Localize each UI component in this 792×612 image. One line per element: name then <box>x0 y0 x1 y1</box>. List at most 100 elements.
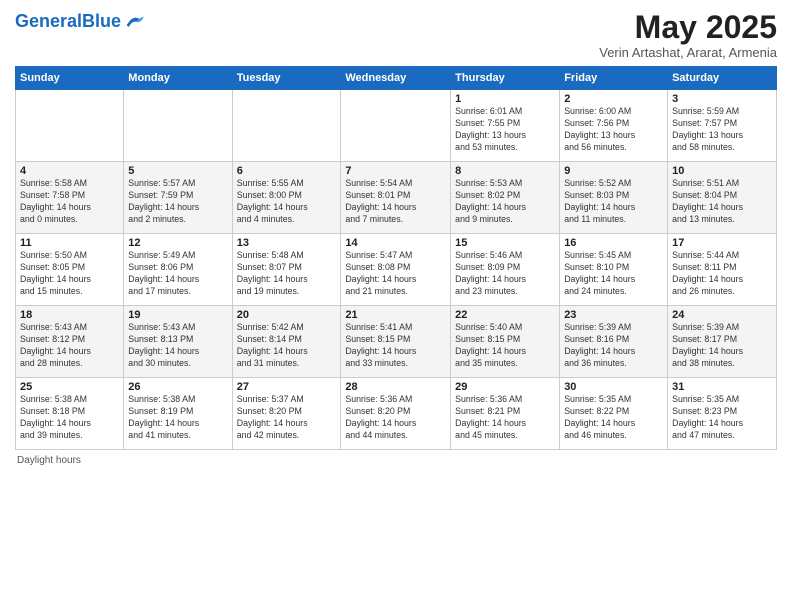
day-info: Sunrise: 5:53 AM Sunset: 8:02 PM Dayligh… <box>455 178 555 226</box>
footer-label: Daylight hours <box>17 455 81 466</box>
week-row-1: 4Sunrise: 5:58 AM Sunset: 7:58 PM Daylig… <box>16 162 777 234</box>
day-info: Sunrise: 6:00 AM Sunset: 7:56 PM Dayligh… <box>564 106 663 154</box>
day-number: 3 <box>672 93 772 105</box>
day-number: 15 <box>455 237 555 249</box>
day-number: 30 <box>564 381 663 393</box>
day-number: 4 <box>20 165 119 177</box>
day-info: Sunrise: 5:58 AM Sunset: 7:58 PM Dayligh… <box>20 178 119 226</box>
day-number: 29 <box>455 381 555 393</box>
calendar-cell: 20Sunrise: 5:42 AM Sunset: 8:14 PM Dayli… <box>232 306 341 378</box>
calendar-cell: 27Sunrise: 5:37 AM Sunset: 8:20 PM Dayli… <box>232 378 341 450</box>
calendar-cell: 13Sunrise: 5:48 AM Sunset: 8:07 PM Dayli… <box>232 234 341 306</box>
calendar-cell: 24Sunrise: 5:39 AM Sunset: 8:17 PM Dayli… <box>668 306 777 378</box>
day-number: 28 <box>345 381 446 393</box>
calendar-cell: 15Sunrise: 5:46 AM Sunset: 8:09 PM Dayli… <box>451 234 560 306</box>
day-number: 12 <box>128 237 227 249</box>
calendar-cell: 16Sunrise: 5:45 AM Sunset: 8:10 PM Dayli… <box>560 234 668 306</box>
calendar-cell: 1Sunrise: 6:01 AM Sunset: 7:55 PM Daylig… <box>451 90 560 162</box>
day-header-thursday: Thursday <box>451 67 560 90</box>
day-number: 14 <box>345 237 446 249</box>
calendar-cell: 30Sunrise: 5:35 AM Sunset: 8:22 PM Dayli… <box>560 378 668 450</box>
week-row-0: 1Sunrise: 6:01 AM Sunset: 7:55 PM Daylig… <box>16 90 777 162</box>
day-number: 19 <box>128 309 227 321</box>
calendar-cell: 14Sunrise: 5:47 AM Sunset: 8:08 PM Dayli… <box>341 234 451 306</box>
calendar-cell: 5Sunrise: 5:57 AM Sunset: 7:59 PM Daylig… <box>124 162 232 234</box>
day-info: Sunrise: 5:54 AM Sunset: 8:01 PM Dayligh… <box>345 178 446 226</box>
calendar-cell: 26Sunrise: 5:38 AM Sunset: 8:19 PM Dayli… <box>124 378 232 450</box>
day-number: 5 <box>128 165 227 177</box>
day-number: 1 <box>455 93 555 105</box>
header: GeneralBlue May 2025 Verin Artashat, Ara… <box>15 10 777 60</box>
calendar-cell <box>341 90 451 162</box>
day-number: 9 <box>564 165 663 177</box>
day-number: 6 <box>237 165 337 177</box>
calendar-cell: 21Sunrise: 5:41 AM Sunset: 8:15 PM Dayli… <box>341 306 451 378</box>
day-number: 11 <box>20 237 119 249</box>
calendar-page: GeneralBlue May 2025 Verin Artashat, Ara… <box>0 0 792 612</box>
calendar-cell: 10Sunrise: 5:51 AM Sunset: 8:04 PM Dayli… <box>668 162 777 234</box>
calendar-cell: 25Sunrise: 5:38 AM Sunset: 8:18 PM Dayli… <box>16 378 124 450</box>
day-number: 16 <box>564 237 663 249</box>
day-info: Sunrise: 5:38 AM Sunset: 8:18 PM Dayligh… <box>20 394 119 442</box>
calendar-cell: 6Sunrise: 5:55 AM Sunset: 8:00 PM Daylig… <box>232 162 341 234</box>
calendar-cell: 19Sunrise: 5:43 AM Sunset: 8:13 PM Dayli… <box>124 306 232 378</box>
day-info: Sunrise: 5:42 AM Sunset: 8:14 PM Dayligh… <box>237 322 337 370</box>
day-header-monday: Monday <box>124 67 232 90</box>
day-info: Sunrise: 5:46 AM Sunset: 8:09 PM Dayligh… <box>455 250 555 298</box>
calendar-table: SundayMondayTuesdayWednesdayThursdayFrid… <box>15 66 777 450</box>
day-info: Sunrise: 5:45 AM Sunset: 8:10 PM Dayligh… <box>564 250 663 298</box>
day-info: Sunrise: 5:36 AM Sunset: 8:20 PM Dayligh… <box>345 394 446 442</box>
day-info: Sunrise: 5:36 AM Sunset: 8:21 PM Dayligh… <box>455 394 555 442</box>
day-info: Sunrise: 5:35 AM Sunset: 8:22 PM Dayligh… <box>564 394 663 442</box>
calendar-title: May 2025 <box>599 10 777 45</box>
footer: Daylight hours <box>15 455 777 466</box>
day-info: Sunrise: 5:49 AM Sunset: 8:06 PM Dayligh… <box>128 250 227 298</box>
calendar-cell: 29Sunrise: 5:36 AM Sunset: 8:21 PM Dayli… <box>451 378 560 450</box>
calendar-cell: 9Sunrise: 5:52 AM Sunset: 8:03 PM Daylig… <box>560 162 668 234</box>
day-info: Sunrise: 5:52 AM Sunset: 8:03 PM Dayligh… <box>564 178 663 226</box>
day-number: 22 <box>455 309 555 321</box>
week-row-2: 11Sunrise: 5:50 AM Sunset: 8:05 PM Dayli… <box>16 234 777 306</box>
day-info: Sunrise: 5:59 AM Sunset: 7:57 PM Dayligh… <box>672 106 772 154</box>
day-number: 26 <box>128 381 227 393</box>
calendar-cell: 11Sunrise: 5:50 AM Sunset: 8:05 PM Dayli… <box>16 234 124 306</box>
day-header-saturday: Saturday <box>668 67 777 90</box>
calendar-cell <box>124 90 232 162</box>
day-info: Sunrise: 5:39 AM Sunset: 8:16 PM Dayligh… <box>564 322 663 370</box>
logo-bird-icon <box>123 10 145 32</box>
day-header-wednesday: Wednesday <box>341 67 451 90</box>
day-number: 25 <box>20 381 119 393</box>
calendar-cell <box>16 90 124 162</box>
day-info: Sunrise: 5:40 AM Sunset: 8:15 PM Dayligh… <box>455 322 555 370</box>
day-number: 18 <box>20 309 119 321</box>
day-number: 8 <box>455 165 555 177</box>
day-info: Sunrise: 6:01 AM Sunset: 7:55 PM Dayligh… <box>455 106 555 154</box>
day-number: 2 <box>564 93 663 105</box>
week-row-4: 25Sunrise: 5:38 AM Sunset: 8:18 PM Dayli… <box>16 378 777 450</box>
calendar-cell: 3Sunrise: 5:59 AM Sunset: 7:57 PM Daylig… <box>668 90 777 162</box>
day-info: Sunrise: 5:37 AM Sunset: 8:20 PM Dayligh… <box>237 394 337 442</box>
calendar-cell: 2Sunrise: 6:00 AM Sunset: 7:56 PM Daylig… <box>560 90 668 162</box>
day-number: 21 <box>345 309 446 321</box>
logo-general: General <box>15 11 82 31</box>
calendar-cell: 7Sunrise: 5:54 AM Sunset: 8:01 PM Daylig… <box>341 162 451 234</box>
day-info: Sunrise: 5:41 AM Sunset: 8:15 PM Dayligh… <box>345 322 446 370</box>
title-area: May 2025 Verin Artashat, Ararat, Armenia <box>599 10 777 60</box>
day-number: 27 <box>237 381 337 393</box>
day-number: 7 <box>345 165 446 177</box>
day-info: Sunrise: 5:35 AM Sunset: 8:23 PM Dayligh… <box>672 394 772 442</box>
day-number: 31 <box>672 381 772 393</box>
logo-text: GeneralBlue <box>15 12 121 30</box>
day-number: 23 <box>564 309 663 321</box>
day-info: Sunrise: 5:44 AM Sunset: 8:11 PM Dayligh… <box>672 250 772 298</box>
logo: GeneralBlue <box>15 10 145 32</box>
calendar-cell: 12Sunrise: 5:49 AM Sunset: 8:06 PM Dayli… <box>124 234 232 306</box>
calendar-cell: 17Sunrise: 5:44 AM Sunset: 8:11 PM Dayli… <box>668 234 777 306</box>
day-info: Sunrise: 5:57 AM Sunset: 7:59 PM Dayligh… <box>128 178 227 226</box>
day-header-sunday: Sunday <box>16 67 124 90</box>
logo-blue: Blue <box>82 11 121 31</box>
day-info: Sunrise: 5:43 AM Sunset: 8:13 PM Dayligh… <box>128 322 227 370</box>
day-info: Sunrise: 5:39 AM Sunset: 8:17 PM Dayligh… <box>672 322 772 370</box>
calendar-cell: 23Sunrise: 5:39 AM Sunset: 8:16 PM Dayli… <box>560 306 668 378</box>
day-number: 13 <box>237 237 337 249</box>
